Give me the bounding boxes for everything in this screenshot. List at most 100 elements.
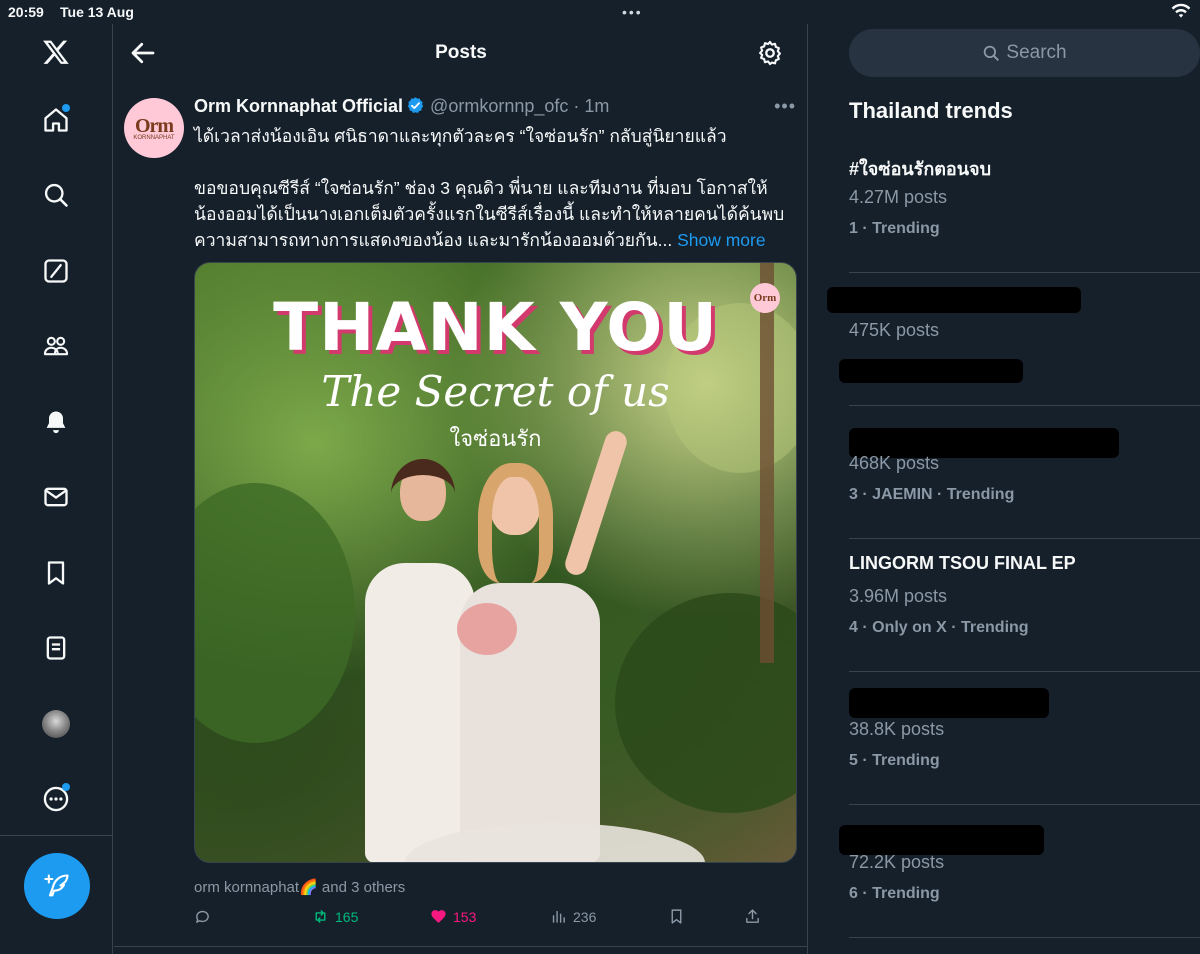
trend-count: 4.27M posts: [849, 187, 948, 207]
communities-icon[interactable]: [36, 326, 76, 366]
share-button[interactable]: [744, 908, 761, 925]
tweet-text: ได้เวลาส่งน้องเอิน ศนิธาดาและทุกตัวละคร …: [194, 123, 794, 253]
person-left-hair: [391, 459, 455, 529]
trend-name: #ใจซ่อนรักตอนจบ: [849, 159, 992, 179]
retweet-count: 165: [335, 908, 359, 925]
heart-icon: [431, 910, 446, 923]
reply-button[interactable]: [194, 908, 217, 925]
media-script-title: The Secret of us: [321, 367, 670, 416]
x-logo-icon[interactable]: [36, 32, 76, 72]
trend-meta: 4 · Only on X · Trending: [849, 619, 1029, 636]
trend-count: 468K posts: [849, 453, 940, 473]
like-button[interactable]: 153: [430, 908, 476, 925]
media-headline: THANK YOU: [273, 289, 718, 366]
home-notification-dot: [62, 104, 70, 112]
trend-count: 72.2K posts: [849, 852, 945, 872]
tweet-blank-line: [194, 149, 794, 175]
bookmark-button[interactable]: [668, 908, 685, 925]
grok-icon[interactable]: [36, 251, 76, 291]
bar-chart-icon: [552, 910, 565, 923]
more-icon[interactable]: [36, 779, 76, 819]
bookmarks-icon[interactable]: [36, 553, 76, 593]
retweet-button[interactable]: 165: [312, 908, 358, 925]
trends-title: Thailand trends: [849, 98, 1013, 123]
author-name[interactable]: Orm Kornnaphat Official: [194, 96, 403, 116]
tweet-header: Orm Kornnaphat Official @ormkornnp_ofc ·…: [194, 96, 794, 120]
profile-avatar[interactable]: [36, 704, 76, 744]
wifi-icon: [1171, 3, 1191, 18]
foliage-left: [195, 483, 355, 743]
views-count: 236: [573, 908, 597, 925]
liked-by-text[interactable]: orm kornnaphat🌈 and 3 others: [194, 878, 405, 896]
tweet-divider: [114, 946, 808, 947]
reply-icon: [196, 910, 209, 923]
redaction-mark: [849, 688, 1049, 718]
trend-divider: [849, 937, 1200, 938]
home-icon[interactable]: [36, 100, 76, 140]
verified-badge-icon: [407, 97, 424, 113]
status-bar: 20:59 Tue 13 Aug •••: [0, 0, 1200, 24]
tweet-timestamp[interactable]: 1m: [584, 96, 609, 116]
profile-avatar-image: [42, 710, 70, 738]
tweet-line-4-wrap: ความสามารถทางการแสดงของน้อง และมารักน้อง…: [194, 227, 794, 253]
explore-icon[interactable]: [36, 175, 76, 215]
trend-meta: 1 · Trending: [849, 220, 940, 237]
trend-meta: 5 · Trending: [849, 752, 940, 769]
handle-separator: ·: [573, 96, 580, 116]
trend-count: 38.8K posts: [849, 719, 945, 739]
share-icon: [746, 909, 759, 923]
person-right-hair: [478, 463, 553, 583]
trend-item[interactable]: 72.2K posts 6 · Trending: [839, 805, 1200, 938]
trend-item[interactable]: #ใจซ่อนรักตอนจบ 4.27M posts 1 · Trending: [849, 140, 1200, 273]
retweet-icon: [315, 910, 326, 923]
tweet-line-2: ขอขอบคุณซีรีส์ “ใจซ่อนรัก” ช่อง 3 คุณดิว…: [194, 178, 768, 198]
search-input[interactable]: Search: [849, 29, 1200, 77]
trend-item[interactable]: 468K posts 3 · JAEMIN · Trending: [849, 406, 1200, 539]
trend-item[interactable]: 475K posts: [827, 273, 1200, 406]
tweet-more-button[interactable]: •••: [774, 96, 796, 117]
right-column: Search Thailand trends #ใจซ่อนรักตอนจบ 4…: [809, 24, 1200, 954]
avatar-logo-subtext: KORNNAPHAT: [133, 135, 175, 141]
trend-item[interactable]: LINGORM TSOU FINAL EP 3.96M posts 4 · On…: [849, 539, 1200, 672]
like-count: 153: [453, 908, 477, 925]
sidebar-divider: [0, 835, 113, 836]
trend-meta: 3 · JAEMIN · Trending: [849, 486, 1015, 503]
author-handle[interactable]: @ormkornnp_ofc: [430, 96, 568, 116]
author-avatar[interactable]: Orm KORNNAPHAT: [124, 98, 184, 158]
tweet-line-4: ความสามารถทางการแสดงของน้อง และมารักน้อง…: [194, 230, 673, 250]
tweet-line-1: ได้เวลาส่งน้องเอิน ศนิธาดาและทุกตัวละคร …: [194, 126, 727, 146]
messages-icon[interactable]: [36, 477, 76, 517]
media-thai-logo: ใจซ่อนรัก: [449, 426, 542, 451]
compose-button[interactable]: [24, 853, 90, 919]
trend-meta: 6 · Trending: [849, 885, 940, 902]
redaction-mark: [839, 359, 1023, 383]
feather-plus-icon: [44, 874, 69, 897]
trend-item[interactable]: 38.8K posts 5 · Trending: [849, 672, 1200, 805]
trend-count: 3.96M posts: [849, 586, 948, 606]
page-title: Posts: [435, 42, 487, 63]
person-left-dress: [365, 563, 475, 862]
redaction-mark: [827, 287, 1081, 313]
tweet-actions: 165 153 236: [194, 908, 794, 928]
gear-icon[interactable]: [756, 39, 784, 67]
status-date: Tue 13 Aug: [60, 4, 134, 20]
search-placeholder: Search: [1006, 42, 1067, 63]
bookmark-icon: [671, 909, 682, 924]
notifications-icon[interactable]: [36, 402, 76, 442]
views-button[interactable]: 236: [550, 908, 596, 925]
redaction-mark: [839, 825, 1044, 855]
bridal-bouquet: [457, 603, 517, 655]
left-sidebar: [0, 24, 113, 954]
lists-icon[interactable]: [36, 628, 76, 668]
trend-name: LINGORM TSOU FINAL EP: [849, 553, 1076, 573]
show-more-link[interactable]: Show more: [677, 230, 766, 250]
tweet-media-image[interactable]: Orm THANK YOU The Secret of us ใจซ่อนรัก: [194, 262, 797, 863]
post-header: Posts: [114, 24, 808, 82]
search-icon: [984, 45, 1000, 61]
main-column: Posts Orm KORNNAPHAT Orm Kornnaphat Offi…: [114, 24, 808, 954]
multitasking-dots[interactable]: •••: [622, 4, 643, 20]
status-time: 20:59: [8, 4, 44, 20]
tweet-line-3: น้องออมได้เป็นนางเอกเต็มตัวครั้งแรกในซีร…: [194, 204, 785, 224]
trend-count: 475K posts: [849, 320, 940, 340]
more-notification-dot: [62, 783, 70, 791]
